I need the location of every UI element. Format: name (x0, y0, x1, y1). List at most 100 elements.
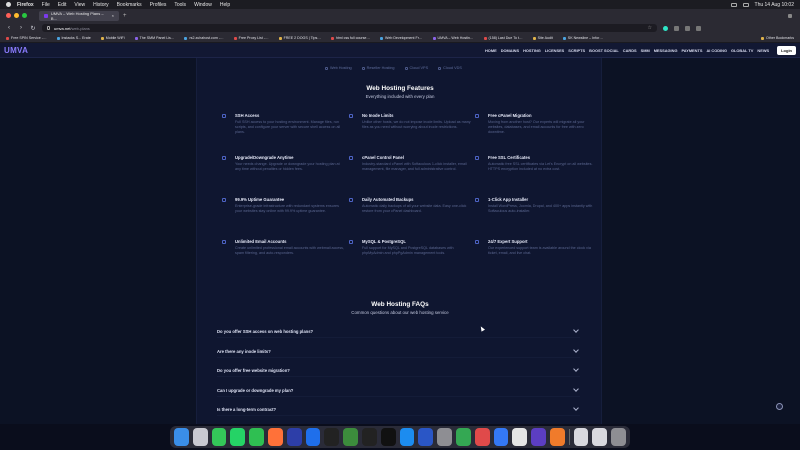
terminal-app-icon[interactable] (324, 428, 340, 446)
nav-payments[interactable]: PAYMENTS (681, 48, 702, 53)
menu-clock[interactable]: Thu 14 Aug 10:02 (755, 2, 794, 8)
site-logo[interactable]: UMVA (4, 46, 28, 55)
reload-icon[interactable]: ↻ (30, 25, 36, 32)
mail-app-icon[interactable] (493, 428, 509, 446)
maximize-window-icon[interactable] (22, 13, 27, 18)
subtab-cloud-vps[interactable]: Cloud VPS (404, 66, 428, 70)
chevron-down-icon (573, 366, 579, 372)
faq-item[interactable]: Do you offer free website migration? (217, 364, 580, 377)
menu-window[interactable]: Window (194, 2, 212, 8)
faq-item[interactable]: Are there any inode limits? (217, 345, 580, 358)
menu-edit[interactable]: Edit (58, 2, 67, 8)
nav-licenses[interactable]: LICENSES (545, 48, 564, 53)
nav-home[interactable]: HOME (485, 48, 497, 53)
minimize-window-icon[interactable] (14, 13, 19, 18)
bookmark-item[interactable]: Web Development Fr… (380, 36, 423, 40)
bookmark-item[interactable]: rs2.zuhahost.com -… (184, 36, 224, 40)
tab-umva[interactable]: UMVA – Web Hosting Plans – B… × (39, 10, 119, 21)
bookmark-item[interactable]: html css full course… (330, 36, 370, 40)
firefox-icon[interactable] (267, 428, 283, 446)
bookmark-item[interactable]: Instacks S... Erate (56, 36, 91, 40)
activity-icon[interactable] (343, 428, 358, 446)
feature-card: Daily Automated Backups Automatic daily … (349, 197, 472, 214)
chat-support-icon[interactable] (776, 403, 783, 410)
trash-icon[interactable] (611, 428, 626, 446)
vpn-icon[interactable] (286, 428, 302, 446)
document-icon[interactable] (592, 428, 608, 446)
lock-icon[interactable] (47, 26, 50, 30)
bookmark-label: The SMM Panel Lis… (139, 36, 175, 40)
nav-hosting[interactable]: HOSTING (523, 48, 541, 53)
menu-profiles[interactable]: Profiles (150, 2, 167, 8)
nav-ai-coding[interactable]: AI CODING (706, 48, 727, 53)
bookmark-item[interactable]: The SMM Panel Lis… (134, 36, 175, 40)
menu-file[interactable]: File (42, 2, 50, 8)
bookmark-item[interactable]: Site Audit (532, 36, 553, 40)
claude-icon[interactable] (380, 428, 396, 446)
nav-domains[interactable]: DOMAINS (501, 48, 519, 53)
bookmark-favicon-icon (6, 36, 9, 40)
faq-item[interactable]: Can I upgrade or downgrade my plan? (217, 384, 580, 397)
account-icon[interactable] (685, 25, 690, 31)
tab-list-icon[interactable] (788, 13, 792, 18)
app-store-icon[interactable] (399, 428, 415, 446)
menu-tools[interactable]: Tools (174, 2, 186, 8)
chatgpt-icon[interactable] (361, 428, 377, 446)
url-bar[interactable]: umva.net/web-plans ☆ (42, 24, 657, 32)
wifi-icon[interactable] (742, 2, 749, 7)
menu-bookmarks[interactable]: Bookmarks (117, 2, 142, 8)
subtab-reseller-hosting[interactable]: Reseller Hosting (361, 66, 395, 70)
faq-item[interactable]: Do you offer SSH access on web hosting p… (217, 325, 580, 338)
piano-icon[interactable] (512, 428, 528, 446)
browser-icon[interactable] (549, 428, 565, 446)
extension-icon[interactable] (663, 25, 668, 31)
bookmark-item[interactable]: (158) Last Due To t… (483, 36, 523, 40)
launchpad-icon[interactable] (192, 428, 208, 446)
nav-smm[interactable]: SMM (641, 48, 650, 53)
nav-messaging[interactable]: MESSAGING (654, 48, 678, 53)
subtab-cloud-vds[interactable]: Cloud VDS (438, 66, 462, 70)
bookmark-item[interactable]: SK Newsline – Infor… (562, 36, 603, 40)
menu-view[interactable]: View (74, 2, 85, 8)
apple-icon[interactable] (6, 2, 11, 7)
close-window-icon[interactable] (6, 13, 11, 18)
back-icon[interactable]: ‹ (6, 25, 12, 31)
faq-item[interactable]: Is there a long-term contract? (217, 403, 580, 416)
new-tab-icon[interactable]: + (123, 13, 127, 19)
menu-firefox[interactable]: Firefox (17, 2, 34, 8)
nav-news[interactable]: NEWS (757, 48, 769, 53)
nav-global-tv[interactable]: GLOBAL TV (731, 48, 753, 53)
close-tab-icon[interactable]: × (112, 13, 114, 18)
network-icon[interactable] (531, 428, 546, 446)
git-icon[interactable] (474, 428, 490, 446)
transfer-icon (475, 114, 479, 118)
document-icon[interactable] (573, 428, 589, 446)
nav-scripts[interactable]: SCRIPTS (568, 48, 585, 53)
subtab-label: Reseller Hosting (366, 66, 395, 70)
messages-icon[interactable] (211, 428, 227, 446)
menu-help[interactable]: Help (220, 2, 230, 8)
android-studio-icon[interactable] (455, 428, 471, 446)
bookmark-item[interactable]: UMVA – Web Hostin… (432, 36, 474, 40)
bookmark-item[interactable]: FREE 2 DOGS | Tips… (278, 36, 321, 40)
login-button[interactable]: Login (777, 45, 796, 55)
downloads-icon[interactable] (674, 25, 679, 31)
settings-icon[interactable] (437, 428, 452, 446)
forward-icon[interactable]: › (18, 25, 24, 31)
subtab-web-hosting[interactable]: Web Hosting (325, 66, 352, 70)
battery-icon[interactable] (730, 2, 737, 7)
xcode-icon[interactable] (418, 428, 434, 446)
nav-cards[interactable]: CARDS (623, 48, 637, 53)
vscode-icon[interactable] (305, 428, 321, 446)
other-bookmarks[interactable]: Other Bookmarks (761, 36, 794, 40)
menu-hamburger-icon[interactable] (696, 25, 701, 31)
bookmark-star-icon[interactable]: ☆ (648, 25, 652, 31)
bookmark-item[interactable]: Free Proxy List -… (233, 36, 269, 40)
finder-icon[interactable] (174, 428, 189, 446)
whatsapp-icon[interactable] (230, 428, 246, 446)
facetime-icon[interactable] (249, 428, 264, 446)
bookmark-item[interactable]: Free SPIN Service -… (6, 36, 47, 40)
bookmark-item[interactable]: Mobile WiFi (100, 36, 125, 40)
menu-history[interactable]: History (93, 2, 109, 8)
nav-boost-social[interactable]: BOOST SOCIAL (589, 48, 619, 53)
